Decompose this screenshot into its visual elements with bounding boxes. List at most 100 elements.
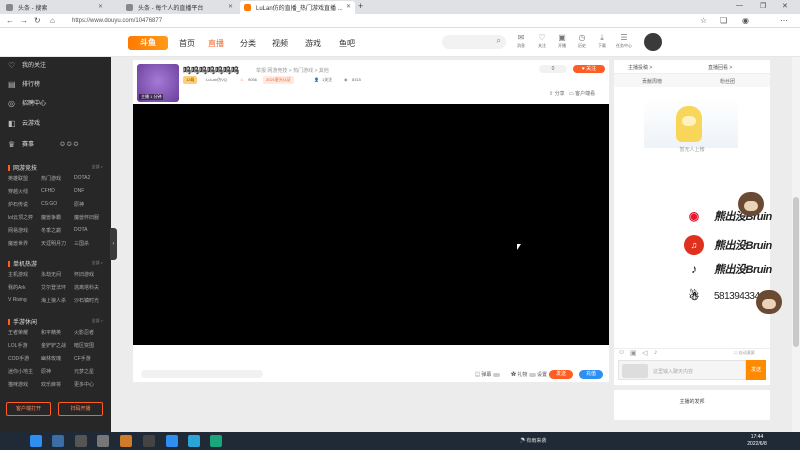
category-link[interactable]: 主机游戏 xyxy=(8,271,41,278)
category-link[interactable]: 沙石镇时光 xyxy=(74,297,106,304)
category-link[interactable]: LOL手游 xyxy=(8,342,41,349)
streamer-name[interactable]: LuLan仿VQ xyxy=(203,76,230,84)
share-link[interactable]: ⇪ 分享 xyxy=(549,90,565,97)
search-input[interactable]: ⌕ xyxy=(442,35,506,49)
video-player[interactable] xyxy=(133,104,609,345)
nav-home[interactable]: 首页 xyxy=(179,38,195,49)
category-link[interactable]: 更多中心 xyxy=(74,381,106,388)
gift-toggle[interactable]: ✿ 礼物 xyxy=(511,371,537,378)
send-danmu-button[interactable]: 发送 xyxy=(549,370,573,379)
collections-icon[interactable]: ❏ xyxy=(720,16,727,26)
category-link[interactable]: 元梦之星 xyxy=(74,368,106,375)
browser-tab[interactable]: 头条 - 搜索 ✕ xyxy=(2,1,107,14)
sidebar-item-recruit[interactable]: ◎ 招聘中心 xyxy=(8,98,46,110)
url-field[interactable]: https://www.douyu.com/10476877 xyxy=(72,16,622,26)
nav-video[interactable]: 视频 xyxy=(272,38,288,49)
category-link[interactable]: DOTA2 xyxy=(74,175,106,182)
speaker-icon[interactable]: ◁ xyxy=(642,349,647,357)
forward-icon[interactable]: → xyxy=(20,16,28,26)
nav-live[interactable]: 直播 xyxy=(208,38,224,49)
chat-send-button[interactable]: 发送 xyxy=(746,360,766,380)
minimize-icon[interactable]: — xyxy=(736,2,743,9)
category-link[interactable]: 三国杀 xyxy=(74,240,106,247)
app-icon[interactable] xyxy=(97,435,109,447)
category-link[interactable]: 艾尔登法环 xyxy=(41,284,74,291)
category-link[interactable]: 英雄联盟 xyxy=(8,175,41,182)
scrollbar-thumb[interactable] xyxy=(793,197,799,347)
category-link[interactable]: 穿越火线 xyxy=(8,188,41,195)
autoscroll-checkbox[interactable]: ☐ 自动滚屏 xyxy=(734,350,755,356)
favorites-icon[interactable]: ☆ xyxy=(700,16,707,26)
reload-icon[interactable]: ↻ xyxy=(34,16,41,26)
sidebar-item-cloud-game[interactable]: ◧ 云游戏 xyxy=(8,118,40,130)
streamer-avatar[interactable]: 主播 1 分钟 xyxy=(137,64,179,102)
clock[interactable]: 17:44 2022/6/8 xyxy=(742,434,772,448)
tab-fan-club[interactable]: 粉丝团 xyxy=(720,78,735,85)
nav-category[interactable]: 分类 xyxy=(240,38,256,49)
close-tab-icon[interactable]: ✕ xyxy=(346,3,351,10)
search-icon[interactable]: ⌕ xyxy=(497,36,501,46)
window-close-icon[interactable]: ✕ xyxy=(782,2,788,10)
home-icon[interactable]: ⌂ xyxy=(50,16,55,26)
category-link[interactable]: DOTA xyxy=(74,227,106,234)
category-link[interactable]: 魔兽世界 xyxy=(8,240,41,247)
emoji-icon[interactable]: ☺ xyxy=(618,349,625,356)
close-tab-icon[interactable]: ✕ xyxy=(228,3,233,10)
scan-start-live-button[interactable]: 扫码开播 xyxy=(58,402,103,416)
client-watch-link[interactable]: ▭ 客户端看 xyxy=(569,90,595,97)
category-link[interactable]: 热门游戏 xyxy=(41,175,74,182)
replay-link[interactable]: 直播回看 > xyxy=(708,64,732,71)
category-link[interactable]: 魔兽怀旧服 xyxy=(74,214,106,221)
start-live-button[interactable]: ▣ 开播 xyxy=(552,33,572,49)
category-link[interactable]: 原神 xyxy=(41,368,74,375)
category-link[interactable]: DNF xyxy=(74,188,106,195)
category-link[interactable]: COD手游 xyxy=(8,355,41,362)
danmu-input[interactable] xyxy=(141,370,263,378)
download-button[interactable]: ⤓ 下载 xyxy=(592,33,612,49)
category-link[interactable]: 炉石传说 xyxy=(8,201,41,208)
open-client-button[interactable]: 客户端打开 xyxy=(6,402,51,416)
follow-button[interactable]: ♡ 关注 xyxy=(532,33,552,49)
follow-button[interactable]: ♥ 关注 xyxy=(573,65,605,73)
category-link[interactable]: 逃离塔科夫 xyxy=(74,284,106,291)
page-scrollbar[interactable] xyxy=(792,57,800,432)
category-link[interactable]: lol云顶之弈 xyxy=(8,214,41,221)
profile-icon[interactable]: ◉ xyxy=(742,16,749,26)
category-link[interactable]: 暗区突围 xyxy=(74,342,106,349)
sidebar-collapse-handle[interactable]: ‹ xyxy=(110,228,117,260)
browser-tab[interactable]: 头条 - 每个人的直播平台 ✕ xyxy=(122,1,237,14)
messages-button[interactable]: ✉ 消息 xyxy=(511,33,531,49)
room-meta[interactable]: 举报 网游竞技 > 热门游戏 > 其他 xyxy=(256,67,329,74)
steam-icon[interactable] xyxy=(52,435,64,447)
maximize-icon[interactable]: ❐ xyxy=(760,2,766,10)
edge-icon[interactable] xyxy=(210,435,222,447)
category-link[interactable]: V Rising xyxy=(8,297,41,304)
start-icon[interactable] xyxy=(30,435,42,447)
tab-weekly-rank[interactable]: 贡献周榜 xyxy=(642,78,662,85)
app-icon[interactable] xyxy=(120,435,132,447)
category-link[interactable]: 天涯明月刀 xyxy=(41,240,74,247)
category-link[interactable]: 冬季之巅 xyxy=(41,227,74,234)
history-button[interactable]: ◷ 历史 xyxy=(572,33,592,49)
category-link[interactable]: 魔兽争霸 xyxy=(41,214,74,221)
nav-game[interactable]: 游戏 xyxy=(305,38,321,49)
category-link[interactable]: 怀旧游戏 xyxy=(74,271,106,278)
category-link[interactable]: 海上狼人杀 xyxy=(41,297,74,304)
category-link[interactable]: 永劫无间 xyxy=(41,271,74,278)
section-more-link[interactable]: 全部 > xyxy=(92,318,103,324)
sidebar-item-ranking[interactable]: ▤ 排行榜 xyxy=(8,79,40,91)
app-icon[interactable] xyxy=(75,435,87,447)
app-icon[interactable] xyxy=(166,435,178,447)
task-center-button[interactable]: ☰ 任务中心 xyxy=(614,33,634,49)
category-link[interactable]: 原神 xyxy=(74,201,106,208)
fan-icon[interactable]: ♪ xyxy=(654,349,658,356)
app-icon[interactable] xyxy=(143,435,155,447)
sidebar-item-events[interactable]: ♛ 赛事 ✪ ✪ ✪ xyxy=(8,139,78,151)
category-link[interactable]: 猫咪游戏 xyxy=(8,381,41,388)
section-more-link[interactable]: 全部 > xyxy=(92,260,103,266)
back-icon[interactable]: ← xyxy=(6,16,14,26)
browser-tab-active[interactable]: LuLan仿的直播_热门游戏直播 ... ✕ xyxy=(240,1,355,14)
category-link[interactable]: 我的Ark xyxy=(8,284,41,291)
category-link[interactable]: CF手游 xyxy=(74,355,106,362)
chat-input[interactable]: 这里输入聊天内容 xyxy=(618,360,746,380)
